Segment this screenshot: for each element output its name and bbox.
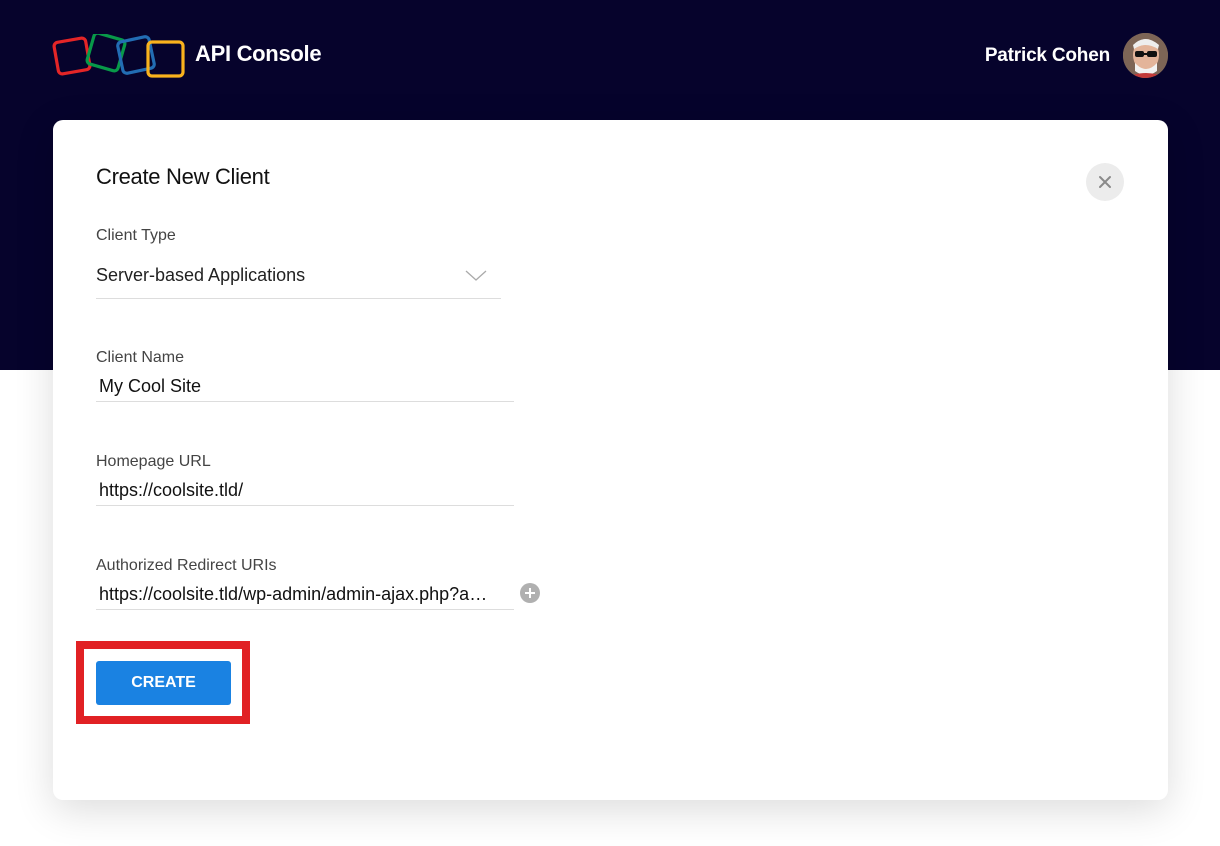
- plus-circle-icon: [525, 588, 535, 598]
- zoho-logo-icon[interactable]: [52, 31, 188, 80]
- create-button[interactable]: CREATE: [96, 661, 231, 705]
- add-redirect-uri-button[interactable]: [520, 583, 540, 603]
- close-icon: [1099, 176, 1111, 188]
- client-name-input[interactable]: [96, 372, 514, 402]
- homepage-url-label: Homepage URL: [96, 453, 211, 470]
- client-name-label: Client Name: [96, 349, 185, 366]
- close-button[interactable]: [1086, 163, 1124, 201]
- chevron-down-icon: [465, 270, 487, 281]
- redirect-uris-label: Authorized Redirect URIs: [96, 557, 277, 574]
- homepage-url-input[interactable]: [96, 476, 514, 506]
- top-header: API Console Patrick Cohen: [0, 0, 1220, 110]
- redirect-uri-input[interactable]: [96, 580, 514, 610]
- dialog-title: Create New Client: [96, 164, 270, 189]
- client-type-label: Client Type: [96, 227, 176, 244]
- client-type-select[interactable]: Server-based Applications: [96, 258, 501, 299]
- user-name[interactable]: Patrick Cohen: [985, 45, 1110, 67]
- client-type-value: Server-based Applications: [96, 265, 306, 285]
- app-title: API Console: [195, 41, 322, 66]
- user-avatar[interactable]: [1123, 33, 1168, 78]
- create-client-dialog: Create New Client Client Type Server-bas…: [53, 120, 1168, 800]
